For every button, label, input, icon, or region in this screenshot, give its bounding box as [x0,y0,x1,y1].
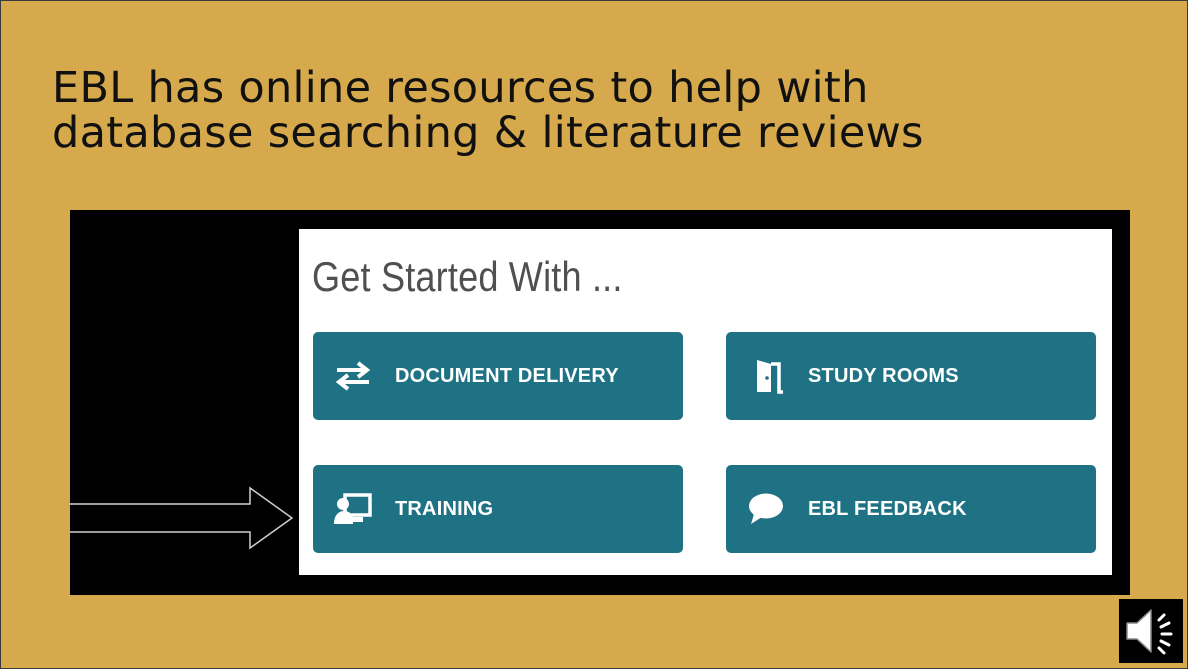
speaker-icon[interactable] [1119,599,1183,663]
slide-title: EBL has online resources to help with da… [52,66,1152,156]
slide-title-line-2: database searching & literature reviews [52,108,924,158]
document-delivery-label: DOCUMENT DELIVERY [395,364,619,387]
transfer-arrows-icon [333,356,373,396]
ebl-feedback-label: EBL FEEDBACK [808,497,967,520]
slide-title-line-1: EBL has online resources to help with [52,63,869,113]
screenshot-frame: Get Started With ... DOCUMENT DELIVERY S… [70,210,1130,595]
training-label: TRAINING [395,497,494,520]
training-button[interactable]: TRAINING [313,465,683,553]
arrow-pointer-icon [70,486,294,550]
study-rooms-button[interactable]: STUDY ROOMS [726,332,1096,420]
presentation-icon [333,489,373,529]
study-rooms-label: STUDY ROOMS [808,364,959,387]
get-started-panel: Get Started With ... DOCUMENT DELIVERY S… [299,229,1112,575]
speech-bubble-icon [746,489,786,529]
panel-heading: Get Started With ... [312,253,623,300]
document-delivery-button[interactable]: DOCUMENT DELIVERY [313,332,683,420]
ebl-feedback-button[interactable]: EBL FEEDBACK [726,465,1096,553]
door-icon [746,356,786,396]
